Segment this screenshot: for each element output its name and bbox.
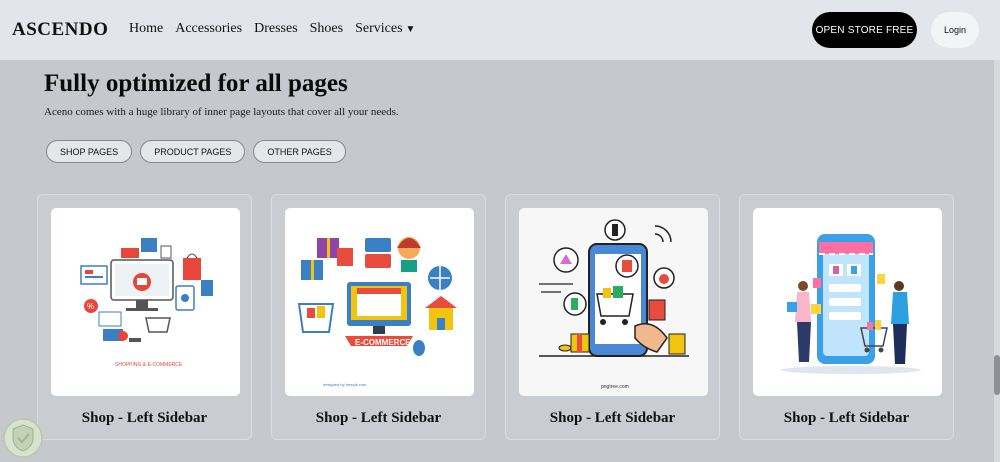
card-title[interactable]: Shop - Left Sidebar — [38, 410, 251, 427]
nav-dresses[interactable]: Dresses — [254, 21, 298, 37]
layout-card[interactable]: % SHOPPING & E-COMMERCE Shop - Left Side… — [37, 194, 252, 440]
shield-watermark-icon — [3, 418, 43, 458]
main-nav: Home Accessories Dresses Shoes Services ▼ — [129, 21, 415, 37]
tab-other-pages[interactable]: OTHER PAGES — [253, 140, 346, 163]
layout-card[interactable]: Shop - Left Sidebar — [739, 194, 954, 440]
nav-services-label: Services — [355, 21, 403, 36]
section-title: Fully optimized for all pages — [44, 70, 348, 97]
card-title[interactable]: Shop - Left Sidebar — [272, 410, 485, 427]
login-button[interactable]: Login — [931, 12, 979, 48]
tab-shop-pages[interactable]: SHOP PAGES — [46, 140, 133, 163]
top-header: ASCENDO Home Accessories Dresses Shoes S… — [0, 0, 1000, 60]
shopping-ecommerce-illustration: % SHOPPING & E-COMMERCE — [51, 208, 240, 396]
ecommerce-banner-text: E-COMMERCE — [355, 338, 411, 347]
tab-product-pages[interactable]: PRODUCT PAGES — [140, 140, 246, 163]
nav-accessories[interactable]: Accessories — [175, 21, 242, 37]
image-credit: pngtree.com — [601, 384, 629, 390]
section-subtitle: Aceno comes with a huge library of inner… — [44, 106, 399, 118]
image-credit: designed by freepik.com — [323, 382, 367, 387]
nav-shoes[interactable]: Shoes — [310, 21, 343, 37]
svg-text:%: % — [87, 302, 94, 311]
nav-services[interactable]: Services ▼ — [355, 21, 415, 37]
layout-card[interactable]: pngtree.com Shop - Left Sidebar — [505, 194, 720, 440]
phone-shopping-illustration: pngtree.com — [519, 208, 708, 396]
brand-logo[interactable]: ASCENDO — [12, 19, 108, 41]
scrollbar-thumb[interactable] — [994, 355, 1000, 395]
mobile-store-illustration — [753, 208, 942, 396]
card-title[interactable]: Shop - Left Sidebar — [506, 410, 719, 427]
image-caption: SHOPPING & E-COMMERCE — [115, 362, 183, 368]
page-type-tabs: SHOP PAGES PRODUCT PAGES OTHER PAGES — [46, 140, 346, 163]
caret-down-icon: ▼ — [405, 24, 416, 35]
open-store-button[interactable]: OPEN STORE FREE — [812, 12, 917, 48]
nav-home[interactable]: Home — [129, 21, 163, 37]
scrollbar-track[interactable] — [994, 60, 1000, 462]
card-title[interactable]: Shop - Left Sidebar — [740, 410, 953, 427]
ecommerce-illustration: E-COMMERCE designed by freepik.com — [285, 208, 474, 396]
layout-card[interactable]: E-COMMERCE designed by freepik.com Shop … — [271, 194, 486, 440]
